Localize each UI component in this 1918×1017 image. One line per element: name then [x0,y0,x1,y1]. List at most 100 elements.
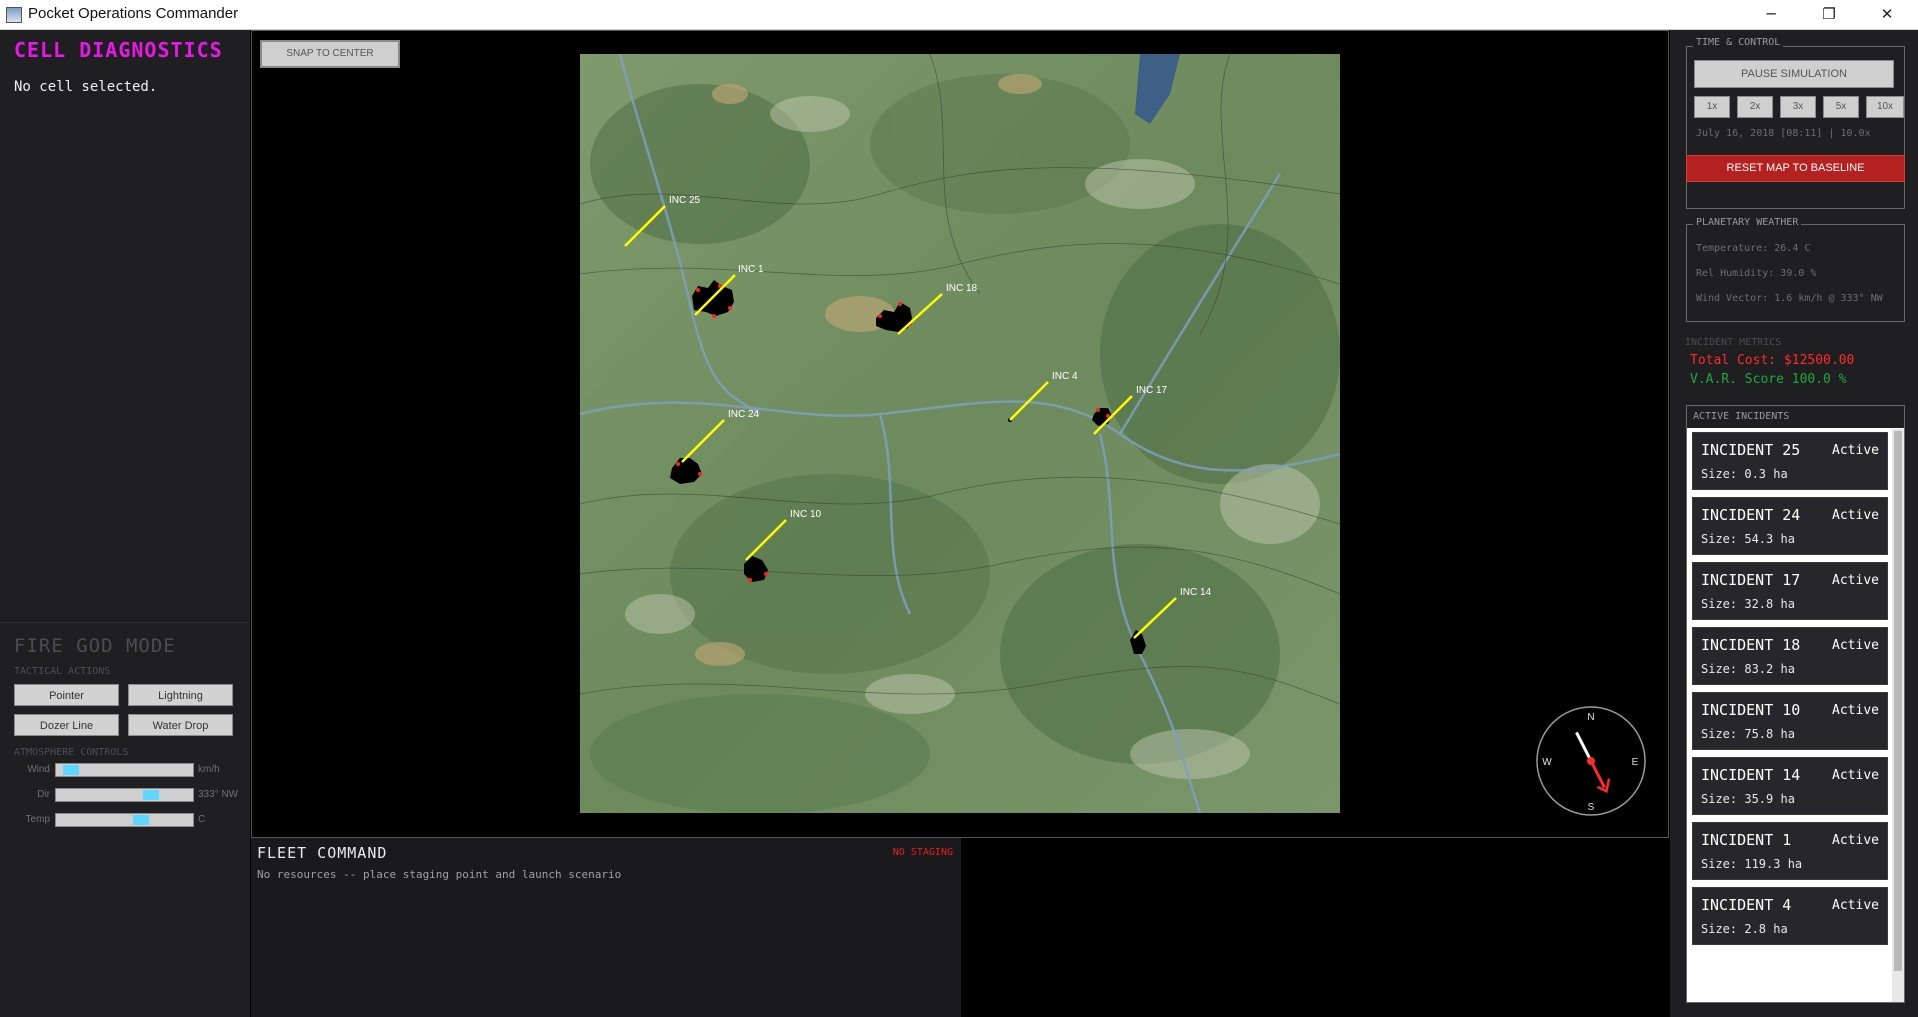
speed-10x-button[interactable]: 10x [1866,96,1904,118]
app-icon [6,7,22,23]
incident-list-item[interactable]: INCIDENT 24 Active Size: 54.3 ha [1692,497,1888,555]
incident-name: INCIDENT 1 [1701,831,1792,849]
reset-map-button[interactable]: RESET MAP TO BASELINE [1686,155,1905,182]
incident-list-item[interactable]: INCIDENT 17 Active Size: 32.8 ha [1692,562,1888,620]
speed-3x-button[interactable]: 3x [1780,96,1816,118]
incident-18-label: INC 18 [946,283,978,294]
direction-slider-thumb[interactable] [143,790,159,800]
incident-list-item[interactable]: INCIDENT 18 Active Size: 83.2 ha [1692,627,1888,685]
speed-1x-button[interactable]: 1x [1694,96,1730,118]
snap-to-center-button[interactable]: SNAP TO CENTER [260,40,400,68]
dir-slider-label: Dir [37,789,50,800]
direction-slider-unit: 333° NW [198,789,239,800]
wind-slider-unit: km/h [198,764,220,775]
lightning-tool-button[interactable]: Lightning [128,684,233,706]
compass: N S E W [1535,705,1647,817]
incident-name: INCIDENT 14 [1701,766,1801,784]
incident-size: Size: 35.9 ha [1701,792,1795,806]
compass-w-label: W [1542,757,1552,768]
staging-status: NO STAGING [892,847,953,858]
cell-diagnostics-header: CELL DIAGNOSTICS [14,38,223,62]
lower-right-area [961,838,1669,1017]
incident-metrics-title: INCIDENT METRICS [1685,337,1782,348]
compass-n-label: N [1587,712,1594,723]
pause-simulation-button[interactable]: PAUSE SIMULATION [1694,60,1894,88]
incident-25-label: INC 25 [669,195,701,206]
incident-list: INCIDENT 25 Active Size: 0.3 ha INCIDENT 24… [1692,432,1888,1002]
incident-status: Active [1832,638,1879,653]
incident-size: Size: 54.3 ha [1701,532,1795,546]
water-drop-tool-button[interactable]: Water Drop [128,714,233,736]
fire-god-mode-header: FIRE GOD MODE [14,635,176,657]
active-incidents-title: ACTIVE INCIDENTS [1687,406,1904,428]
pointer-tool-button[interactable]: Pointer [14,684,119,706]
temperature-slider[interactable] [55,813,194,827]
incident-list-item[interactable]: INCIDENT 14 Active Size: 35.9 ha [1692,757,1888,815]
divider [0,622,250,623]
wind-slider-thumb[interactable] [63,765,79,775]
incident-name: INCIDENT 24 [1701,506,1801,524]
var-score: V.A.R. Score 100.0 % [1690,372,1847,387]
time-control-title: TIME & CONTROL [1693,37,1784,48]
incident-14-label: INC 14 [1180,587,1212,598]
temperature-slider-unit: C [198,814,206,825]
weather-temperature: Temperature: 26.4 C [1696,243,1811,254]
simulation-time: July 16, 2018 [08:11] | 10.0x [1696,128,1871,139]
fleet-command-panel: FLEET COMMAND NO STAGING No resources --… [251,838,961,1017]
speed-5x-button[interactable]: 5x [1823,96,1859,118]
incident-name: INCIDENT 18 [1701,636,1801,654]
incident-status: Active [1832,508,1879,523]
incident-size: Size: 32.8 ha [1701,597,1795,611]
weather-humidity: Rel Humidity: 39.0 % [1696,268,1817,279]
maximize-button[interactable]: ❐ [1806,0,1852,29]
cell-info-text: No cell selected. [14,79,158,95]
left-panel [0,30,250,1017]
window-title: Pocket Operations Commander [28,5,239,22]
incident-list-item[interactable]: INCIDENT 1 Active Size: 119.3 ha [1692,822,1888,880]
incident-name: INCIDENT 17 [1701,571,1801,589]
temperature-slider-thumb[interactable] [133,815,149,825]
incident-name: INCIDENT 25 [1701,441,1801,459]
incident-size: Size: 83.2 ha [1701,662,1795,676]
incident-1-label: INC 1 [738,264,764,275]
incident-size: Size: 75.8 ha [1701,727,1795,741]
incident-10-label: INC 10 [790,509,822,520]
temp-slider-label: Temp [25,814,50,825]
wind-slider[interactable] [55,763,194,777]
incident-size: Size: 119.3 ha [1701,857,1803,871]
incident-24-label: INC 24 [728,409,760,420]
incident-list-item[interactable]: INCIDENT 10 Active Size: 75.8 ha [1692,692,1888,750]
compass-e-label: E [1632,757,1639,768]
incident-4-label: INC 4 [1052,371,1078,382]
incidents-scrollbar[interactable] [1892,429,1904,1002]
incident-size: Size: 2.8 ha [1701,922,1788,936]
total-cost: Total Cost: $12500.00 [1690,353,1855,368]
weather-wind-vector: Wind Vector: 1.6 km/h @ 333° NW [1696,293,1883,304]
incident-list-item[interactable]: INCIDENT 4 Active Size: 2.8 ha [1692,887,1888,945]
wind-slider-label: Wind [27,764,50,775]
title-bar: Pocket Operations Commander ─ ❐ ✕ [0,0,1918,30]
incidents-scrollbar-thumb[interactable] [1894,431,1902,971]
incident-status: Active [1832,443,1879,458]
tactical-actions-label: TACTICAL ACTIONS [14,666,111,677]
speed-2x-button[interactable]: 2x [1737,96,1773,118]
fleet-command-header: FLEET COMMAND [257,844,388,862]
terrain-map[interactable]: INC 25 INC 1 INC 18 INC 4 INC 17 INC 24 … [580,54,1340,813]
incident-status: Active [1832,833,1879,848]
compass-s-label: S [1588,802,1595,813]
incident-17-label: INC 17 [1136,385,1168,396]
minimize-button[interactable]: ─ [1748,0,1794,29]
atmosphere-controls-label: ATMOSPHERE CONTROLS [14,747,129,758]
incident-status: Active [1832,898,1879,913]
direction-slider[interactable] [55,788,194,802]
incident-list-item[interactable]: INCIDENT 25 Active Size: 0.3 ha [1692,432,1888,490]
incident-status: Active [1832,703,1879,718]
incident-name: INCIDENT 10 [1701,701,1801,719]
fleet-message: No resources -- place staging point and … [257,868,622,881]
incident-size: Size: 0.3 ha [1701,467,1788,481]
incident-name: INCIDENT 4 [1701,896,1792,914]
close-button[interactable]: ✕ [1864,0,1910,29]
incident-status: Active [1832,573,1879,588]
incident-status: Active [1832,768,1879,783]
dozer-line-tool-button[interactable]: Dozer Line [14,714,119,736]
